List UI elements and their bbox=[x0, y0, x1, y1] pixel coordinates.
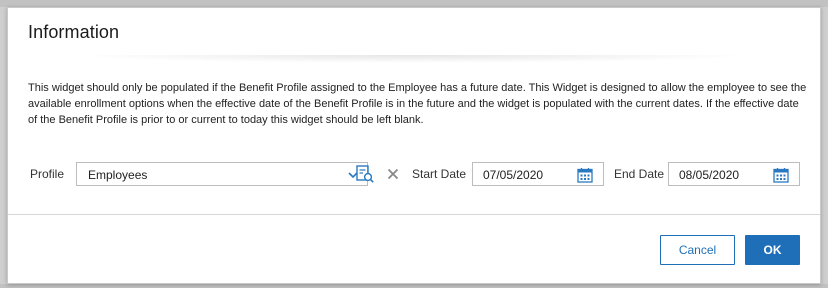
end-date-value: 08/05/2020 bbox=[679, 168, 740, 182]
profile-select[interactable]: Employees bbox=[76, 162, 368, 186]
end-date-field[interactable]: 08/05/2020 bbox=[668, 162, 800, 186]
cancel-button[interactable]: Cancel bbox=[660, 235, 735, 265]
dialog-header: Information bbox=[8, 8, 820, 63]
close-icon[interactable] bbox=[387, 168, 399, 180]
profile-form-row: Profile Employees Start Date 07/05/2020 bbox=[28, 162, 808, 186]
backdrop-line bbox=[0, 0, 828, 7]
profile-select-value: Employees bbox=[88, 168, 148, 182]
lookup-icon[interactable] bbox=[355, 164, 375, 184]
start-date-field[interactable]: 07/05/2020 bbox=[472, 162, 604, 186]
dialog-description: This widget should only be populated if … bbox=[28, 82, 807, 126]
ok-button[interactable]: OK bbox=[745, 235, 800, 265]
calendar-icon[interactable] bbox=[577, 167, 593, 183]
calendar-icon[interactable] bbox=[773, 167, 789, 183]
profile-label: Profile bbox=[30, 167, 65, 181]
header-shadow bbox=[68, 55, 760, 63]
start-date-value: 07/05/2020 bbox=[483, 168, 544, 182]
dialog-title: Information bbox=[28, 22, 120, 42]
footer-divider bbox=[8, 214, 820, 215]
information-dialog: Information This widget should only be p… bbox=[7, 7, 821, 284]
backdrop-line bbox=[0, 284, 828, 288]
start-date-label: Start Date bbox=[412, 167, 467, 181]
end-date-label: End Date bbox=[614, 167, 665, 181]
